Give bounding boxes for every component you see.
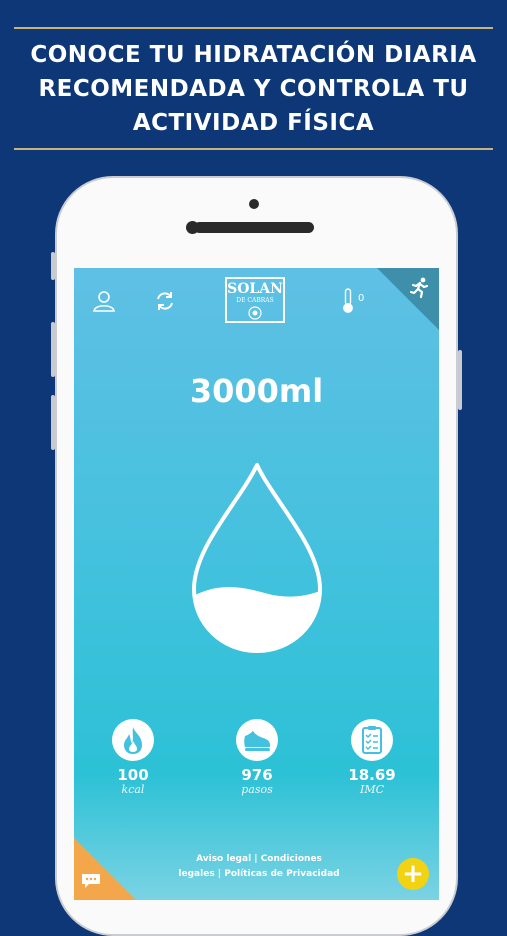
logo-emblem [248, 306, 262, 320]
stat-bmi[interactable]: 18.69 IMC [332, 719, 412, 796]
thermometer-icon[interactable] [342, 288, 354, 314]
stat-calories[interactable]: 100 kcal [93, 719, 173, 796]
hydration-amount: 3000ml [189, 372, 324, 410]
app-screen: SOLAN DE CABRAS 0 3000ml 100 kcal 976 pa… [74, 268, 439, 900]
bmi-value: 18.69 [348, 766, 396, 784]
calories-unit: kcal [121, 783, 145, 796]
legal-links-line-1[interactable]: Aviso legal | Condiciones [169, 852, 349, 867]
chat-corner[interactable] [74, 838, 136, 900]
promo-line-3: ACTIVIDAD FÍSICA [132, 110, 375, 136]
chat-icon[interactable] [80, 872, 102, 890]
phone-sensor [249, 199, 259, 209]
running-icon[interactable] [408, 276, 432, 300]
bmi-unit: IMC [359, 783, 385, 796]
bottom-rule [14, 148, 493, 150]
logo-title: SOLAN [227, 281, 283, 297]
user-icon[interactable] [92, 289, 116, 313]
temperature-value: 0 [358, 293, 365, 304]
shoe-icon [236, 719, 278, 761]
calories-value: 100 [117, 766, 149, 784]
legal-links[interactable]: Aviso legal | Condiciones legales | Polí… [169, 852, 349, 882]
brand-logo: SOLAN DE CABRAS [225, 277, 285, 323]
promo-line-2: RECOMENDADA Y CONTROLA TU [38, 76, 469, 102]
flame-icon [112, 719, 154, 761]
promo-headline: CONOCE TU HIDRATACIÓN DIARIA RECOMENDADA… [0, 38, 507, 140]
phone-power-button [458, 350, 462, 410]
add-water-button[interactable]: + [397, 858, 429, 890]
top-rule [14, 27, 493, 29]
clipboard-icon [351, 719, 393, 761]
steps-value: 976 [241, 766, 273, 784]
logo-subtitle: DE CABRAS [236, 297, 274, 304]
phone-speaker [194, 222, 314, 233]
sync-icon[interactable] [154, 290, 176, 312]
stat-steps[interactable]: 976 pasos [217, 719, 297, 796]
legal-links-line-2[interactable]: legales | Políticas de Privacidad [169, 867, 349, 882]
water-drop-icon[interactable] [188, 461, 326, 657]
promo-line-1: CONOCE TU HIDRATACIÓN DIARIA [30, 42, 477, 68]
steps-unit: pasos [241, 783, 273, 796]
